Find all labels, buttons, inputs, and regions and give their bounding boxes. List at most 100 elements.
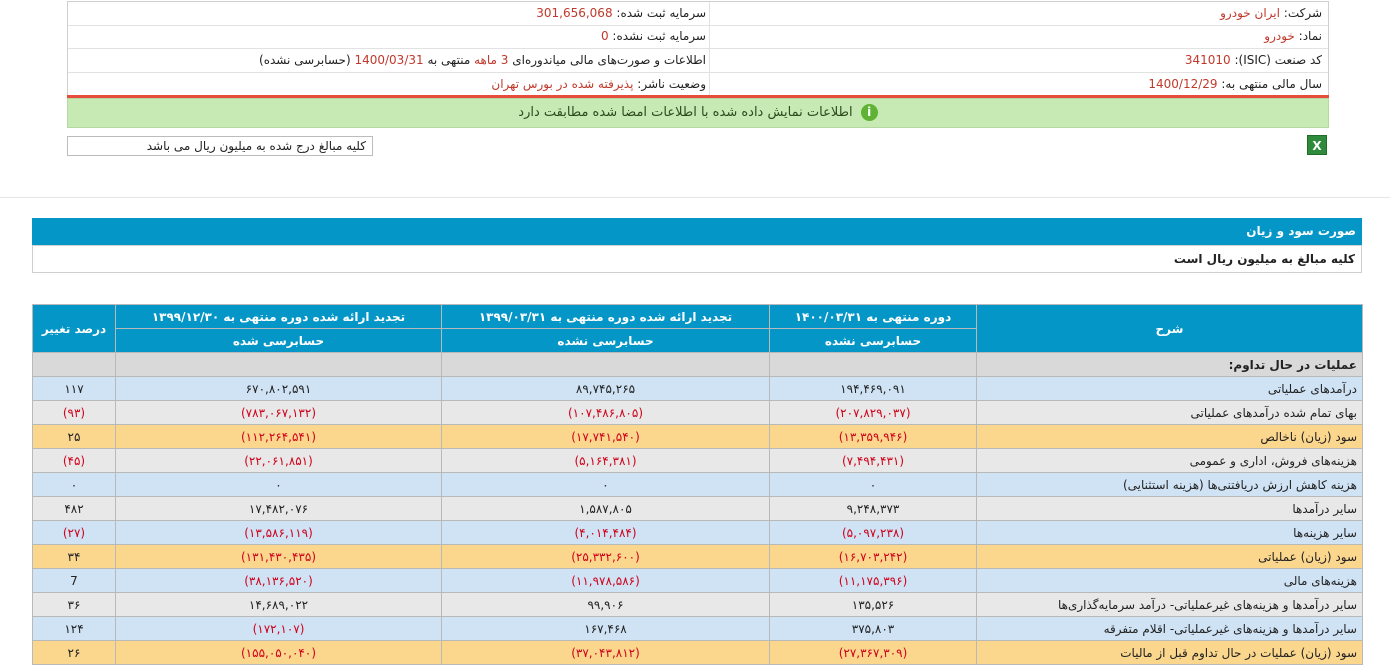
cell-current-period: (۵,۰۹۷,۲۳۸) bbox=[769, 520, 977, 545]
cell-current-period: (۱۶,۷۰۳,۲۴۲) bbox=[769, 544, 977, 569]
cell-change-pct: ۱۲۴ bbox=[32, 616, 116, 641]
table-row: (۴۵) (۲۲,۰۶۱,۸۵۱) (۵,۱۶۴,۳۸۱) (۷,۴۹۴,۴۳۱) هز… bbox=[32, 448, 1363, 473]
table-row: ۳۶ ۱۴,۶۸۹,۰۲۲ ۹۹,۹۰۶ ۱۳۵,۵۲۶ سایر درآمدها و … bbox=[32, 592, 1363, 617]
registered-capital-value: 301,656,068 bbox=[536, 6, 613, 20]
subheader-restated-year: حسابرسی شده bbox=[115, 328, 442, 353]
cell-description: سایر درآمدها و هزینه‌های غیرعملیاتی- اقل… bbox=[976, 616, 1363, 641]
cell-restated-quarter: ۱۶۷,۴۶۸ bbox=[441, 616, 770, 641]
report-date: 1400/03/31 bbox=[354, 53, 424, 67]
cell-restated-year: (۳۸,۱۳۶,۵۲۰) bbox=[115, 568, 442, 593]
report-text-3: (حسابرسی نشده) bbox=[259, 53, 351, 67]
header-description: شرح bbox=[976, 304, 1363, 353]
cell-restated-quarter: ۰ bbox=[441, 472, 770, 497]
unregistered-capital-value: 0 bbox=[600, 29, 609, 43]
cell-change-pct: (۹۳) bbox=[32, 400, 116, 425]
info-row-company: شرکت: ایران خودرو سرمایه ثبت شده: 301,65… bbox=[68, 2, 1328, 26]
cell-restated-year: (۱۵۵,۰۵۰,۰۴۰) bbox=[115, 640, 442, 665]
section-title: صورت سود و زیان bbox=[32, 218, 1362, 245]
company-value[interactable]: ایران خودرو bbox=[1220, 6, 1280, 20]
section-subtitle: کلیه مبالغ به میلیون ریال است bbox=[32, 245, 1362, 273]
cell-current-period: ۹,۲۴۸,۳۷۳ bbox=[769, 496, 977, 521]
cell-change-pct: ۲۶ bbox=[32, 640, 116, 665]
table-row: ۲۶ (۱۵۵,۰۵۰,۰۴۰) (۳۷,۰۴۳,۸۱۲) (۲۷,۳۶۷,۳۰۹) س… bbox=[32, 640, 1363, 665]
registered-capital-label: سرمایه ثبت شده: bbox=[616, 6, 706, 20]
cell-restated-quarter: ۸۹,۷۴۵,۲۶۵ bbox=[441, 376, 770, 401]
cell-current-period: (۷,۴۹۴,۴۳۱) bbox=[769, 448, 977, 473]
cell-restated-year: (۱۱۲,۲۶۴,۵۴۱) bbox=[115, 424, 442, 449]
company-info-box: شرکت: ایران خودرو سرمایه ثبت شده: 301,65… bbox=[67, 1, 1329, 97]
cell-restated-year: (۲۲,۰۶۱,۸۵۱) bbox=[115, 448, 442, 473]
cell-restated-quarter: (۱۰۷,۴۸۶,۸۰۵) bbox=[441, 400, 770, 425]
table-row: ۱۱۷ ۶۷۰,۸۰۲,۵۹۱ ۸۹,۷۴۵,۲۶۵ ۱۹۴,۴۶۹,۰۹۱ درآمد… bbox=[32, 376, 1363, 401]
header-current-period: دوره منتهی به ۱۴۰۰/۰۳/۳۱ bbox=[769, 304, 977, 329]
cell-restated-year: ۱۷,۴۸۲,۰۷۶ bbox=[115, 496, 442, 521]
cell-restated-quarter: ۹۹,۹۰۶ bbox=[441, 592, 770, 617]
cell-restated-quarter: (۱۱,۹۷۸,۵۸۶) bbox=[441, 568, 770, 593]
cell-restated-year: ۰ bbox=[115, 472, 442, 497]
cell-restated-quarter: (۲۵,۳۳۲,۶۰۰) bbox=[441, 544, 770, 569]
cell-description: سود (زیان) عملیات در حال تداوم قبل از ما… bbox=[976, 640, 1363, 665]
cell-current-period: (۲۰۷,۸۲۹,۰۳۷) bbox=[769, 400, 977, 425]
symbol-value[interactable]: خودرو bbox=[1264, 29, 1295, 43]
cell-change-pct: ۱۱۷ bbox=[32, 376, 116, 401]
excel-icon[interactable]: X bbox=[1307, 135, 1327, 155]
info-row-fiscal: سال مالی منتهی به: 1400/12/29 وضعیت ناشر… bbox=[68, 73, 1328, 96]
cell-restated-year: (۱۷۲,۱۰۷) bbox=[115, 616, 442, 641]
isic-value: 341010 bbox=[1184, 53, 1231, 67]
cell-description: هزینه‌های مالی bbox=[976, 568, 1363, 593]
cell-change-pct: 7 bbox=[32, 568, 116, 593]
cell-restated-quarter: (۴,۰۱۴,۴۸۴) bbox=[441, 520, 770, 545]
banner-text: اطلاعات نمایش داده شده با اطلاعات امضا ش… bbox=[518, 105, 853, 120]
cell-description: سایر درآمدها bbox=[976, 496, 1363, 521]
info-row-symbol: نماد: خودرو سرمایه ثبت نشده: 0 bbox=[68, 25, 1328, 49]
table-row: (۲۷) (۱۳,۵۸۶,۱۱۹) (۴,۰۱۴,۴۸۴) (۵,۰۹۷,۲۳۸) سا… bbox=[32, 520, 1363, 545]
cell-change-pct: ۴۸۲ bbox=[32, 496, 116, 521]
cell-description: هزینه کاهش ارزش دریافتنی‌ها (هزینه استثن… bbox=[976, 472, 1363, 497]
page-separator bbox=[0, 197, 1390, 198]
income-statement-table: درصد تغییر تجدید ارائه شده دوره منتهی به… bbox=[32, 304, 1363, 665]
cell-restated-quarter: (۱۷,۷۴۱,۵۴۰) bbox=[441, 424, 770, 449]
report-text-2: منتهی به bbox=[427, 53, 471, 67]
cell-description: بهای تمام شده درآمدهای عملیاتی bbox=[976, 400, 1363, 425]
subheader-current: حسابرسی نشده bbox=[769, 328, 977, 353]
table-row: ۱۲۴ (۱۷۲,۱۰۷) ۱۶۷,۴۶۸ ۳۷۵,۸۰۳ سایر درآمدها و… bbox=[32, 616, 1363, 641]
cell-description: سایر درآمدها و هزینه‌های غیرعملیاتی- درآ… bbox=[976, 592, 1363, 617]
cell-change-pct: (۲۷) bbox=[32, 520, 116, 545]
publisher-status-label: وضعیت ناشر: bbox=[637, 77, 706, 91]
cell-description: درآمدهای عملیاتی bbox=[976, 376, 1363, 401]
table-row: ۴۸۲ ۱۷,۴۸۲,۰۷۶ ۱,۵۸۷,۸۰۵ ۹,۲۴۸,۳۷۳ سایر درآم… bbox=[32, 496, 1363, 521]
category-row: عملیات در حال تداوم: bbox=[32, 352, 1363, 377]
cell-change-pct: ۳۶ bbox=[32, 592, 116, 617]
cell-restated-year: (۱۳۱,۴۳۰,۴۳۵) bbox=[115, 544, 442, 569]
info-row-isic: کد صنعت (ISIC): 341010 اطلاعات و صورت‌ها… bbox=[68, 49, 1328, 73]
cell-change-pct: ۳۴ bbox=[32, 544, 116, 569]
cell-restated-year: (۱۳,۵۸۶,۱۱۹) bbox=[115, 520, 442, 545]
unregistered-capital-label: سرمایه ثبت نشده: bbox=[612, 29, 706, 43]
fiscal-year-label: سال مالی منتهی به: bbox=[1221, 77, 1322, 91]
cell-current-period: (۱۳,۳۵۹,۹۴۶) bbox=[769, 424, 977, 449]
subheader-restated-quarter: حسابرسی نشده bbox=[441, 328, 770, 353]
isic-label: کد صنعت (ISIC): bbox=[1234, 53, 1322, 67]
cell-description: سود (زیان) ناخالص bbox=[976, 424, 1363, 449]
cell-current-period: ۱۳۵,۵۲۶ bbox=[769, 592, 977, 617]
cell-change-pct: ۰ bbox=[32, 472, 116, 497]
table-row: ۲۵ (۱۱۲,۲۶۴,۵۴۱) (۱۷,۷۴۱,۵۴۰) (۱۳,۳۵۹,۹۴۶) س… bbox=[32, 424, 1363, 449]
table-row: ۰ ۰ ۰ ۰ هزینه کاهش ارزش دریافتنی‌ها (هزینه ا… bbox=[32, 472, 1363, 497]
cell-current-period: (۱۱,۱۷۵,۳۹۶) bbox=[769, 568, 977, 593]
publisher-status-value: پذیرفته شده در بورس تهران bbox=[491, 77, 634, 91]
cell-description: سایر هزینه‌ها bbox=[976, 520, 1363, 545]
report-period: 3 ماهه bbox=[474, 53, 509, 67]
table-row: ۳۴ (۱۳۱,۴۳۰,۴۳۵) (۲۵,۳۳۲,۶۰۰) (۱۶,۷۰۳,۲۴۲) س… bbox=[32, 544, 1363, 569]
cell-change-pct: (۴۵) bbox=[32, 448, 116, 473]
info-icon: i bbox=[860, 104, 878, 121]
table-header-row: درصد تغییر تجدید ارائه شده دوره منتهی به… bbox=[32, 304, 1363, 353]
header-restated-quarter: تجدید ارائه شده دوره منتهی به ۱۳۹۹/۰۳/۳۱ bbox=[441, 304, 770, 329]
cell-current-period: ۱۹۴,۴۶۹,۰۹۱ bbox=[769, 376, 977, 401]
cell-restated-quarter: (۳۷,۰۴۳,۸۱۲) bbox=[441, 640, 770, 665]
currency-note: کلیه مبالغ درج شده به میلیون ریال می باش… bbox=[67, 136, 373, 156]
table-row: 7 (۳۸,۱۳۶,۵۲۰) (۱۱,۹۷۸,۵۸۶) (۱۱,۱۷۵,۳۹۶) هزی… bbox=[32, 568, 1363, 593]
cell-restated-year: ۱۴,۶۸۹,۰۲۲ bbox=[115, 592, 442, 617]
cell-change-pct: ۲۵ bbox=[32, 424, 116, 449]
company-label: شرکت: bbox=[1283, 6, 1322, 20]
table-row: (۹۳) (۷۸۳,۰۶۷,۱۳۲) (۱۰۷,۴۸۶,۸۰۵) (۲۰۷,۸۲۹,۰… bbox=[32, 400, 1363, 425]
